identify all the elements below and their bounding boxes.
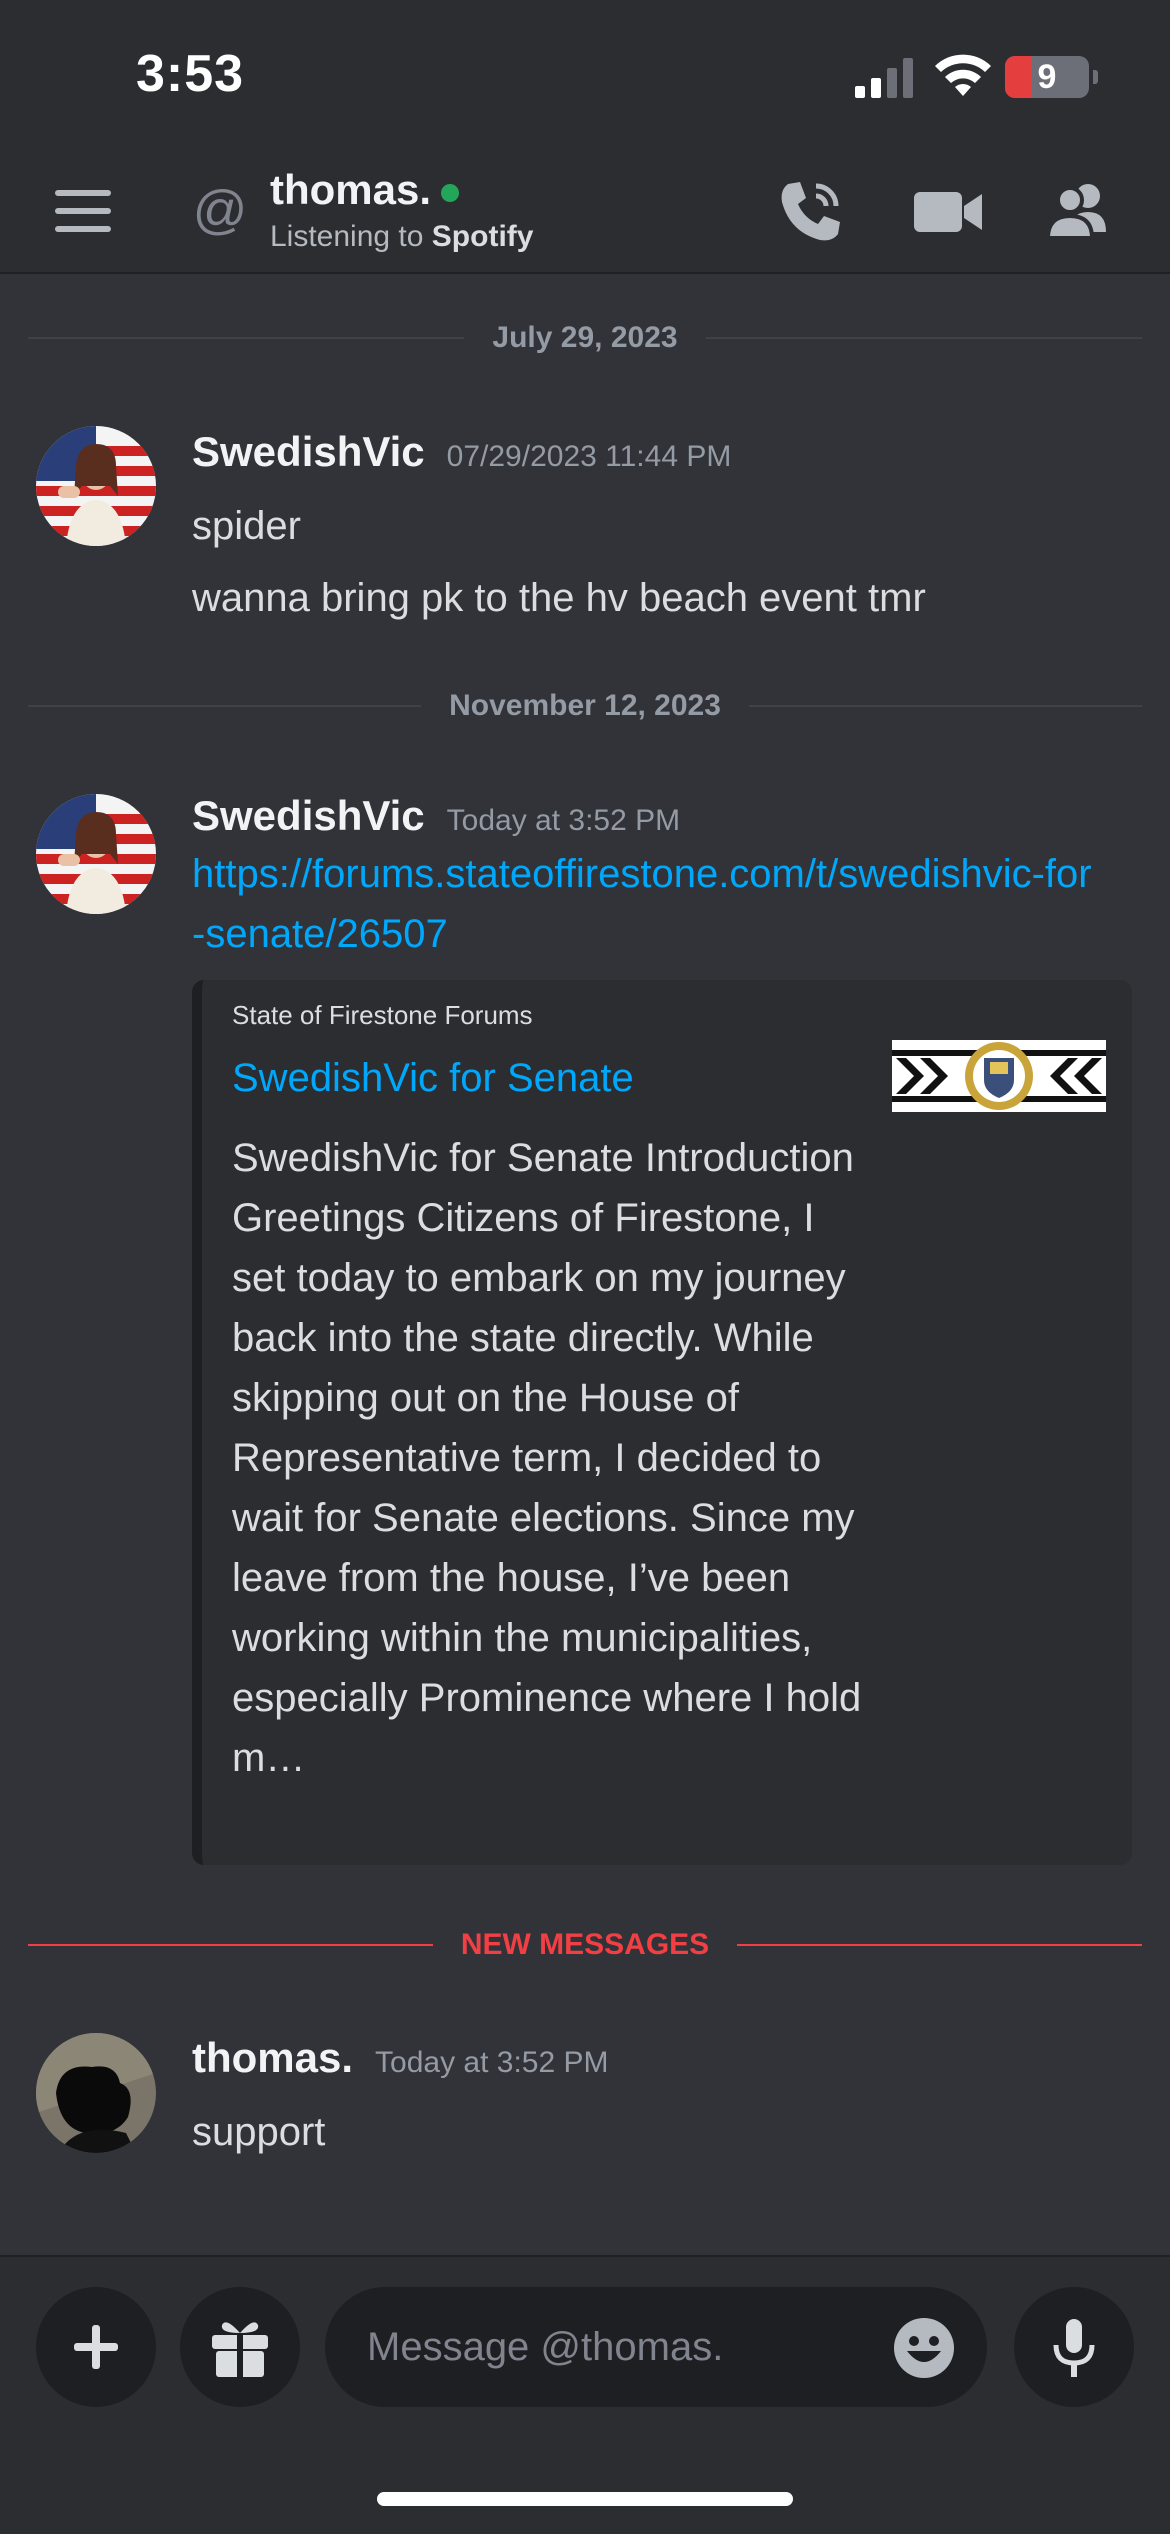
message-input-placeholder: Message @thomas. — [367, 2325, 724, 2369]
message-timestamp: 07/29/2023 11:44 PM — [446, 440, 732, 473]
gift-icon — [212, 2322, 268, 2377]
battery-indicator: 9 — [1005, 56, 1098, 98]
dm-header: @ thomas. Listening to Spotify — [0, 150, 1170, 274]
message-timestamp: Today at 3:52 PM — [375, 2046, 609, 2079]
message-text: wanna bring pk to the hv beach event tmr — [192, 576, 926, 620]
status-bar: 3:53 9 — [0, 0, 1170, 150]
embed-description: SwedishVic for Senate Introduction Greet… — [232, 1136, 862, 1780]
emoji-icon[interactable] — [893, 2317, 955, 2379]
new-messages-divider: NEW MESSAGES — [28, 1925, 1142, 1965]
message-link[interactable]: https://forums.stateoffirestone.com/t/sw… — [192, 844, 1092, 964]
link-embed[interactable]: State of Firestone Forums SwedishVic for… — [192, 980, 1132, 1865]
message-author[interactable]: SwedishVic Today at 3:52 PM — [192, 792, 680, 840]
members-icon[interactable] — [1040, 172, 1120, 252]
phone-icon[interactable] — [770, 172, 850, 252]
message-timestamp: Today at 3:52 PM — [446, 804, 681, 837]
battery-level: 9 — [1037, 58, 1057, 96]
message-input[interactable]: Message @thomas. — [325, 2287, 987, 2407]
plus-icon — [74, 2325, 118, 2369]
embed-provider[interactable]: State of Firestone Forums — [232, 1000, 533, 1031]
dm-username[interactable]: thomas. — [270, 166, 460, 214]
embed-title[interactable]: SwedishVic for Senate — [232, 1056, 634, 1101]
add-attachment-button[interactable] — [36, 2287, 156, 2407]
avatar[interactable] — [36, 2033, 156, 2153]
microphone-icon — [1053, 2319, 1095, 2377]
message-text: support — [192, 2110, 326, 2154]
gift-button[interactable] — [180, 2287, 300, 2407]
message-author[interactable]: SwedishVic 07/29/2023 11:44 PM — [192, 428, 731, 476]
activity-status: Listening to Spotify — [270, 220, 534, 253]
online-status-dot — [441, 183, 460, 202]
message-author[interactable]: thomas. Today at 3:52 PM — [192, 2034, 609, 2082]
video-camera-icon[interactable] — [908, 172, 988, 252]
voice-message-button[interactable] — [1014, 2287, 1134, 2407]
wifi-icon — [935, 54, 991, 96]
cellular-signal-icon — [855, 58, 913, 98]
date-divider: November 12, 2023 — [28, 686, 1142, 726]
message-text: spider — [192, 504, 301, 548]
status-time: 3:53 — [136, 45, 245, 103]
hamburger-icon[interactable] — [55, 190, 111, 232]
avatar[interactable] — [36, 794, 156, 914]
at-icon: @ — [192, 180, 248, 240]
embed-thumbnail[interactable] — [892, 1040, 1106, 1112]
date-divider: July 29, 2023 — [28, 318, 1142, 358]
avatar[interactable] — [36, 426, 156, 546]
home-indicator[interactable] — [377, 2492, 793, 2506]
